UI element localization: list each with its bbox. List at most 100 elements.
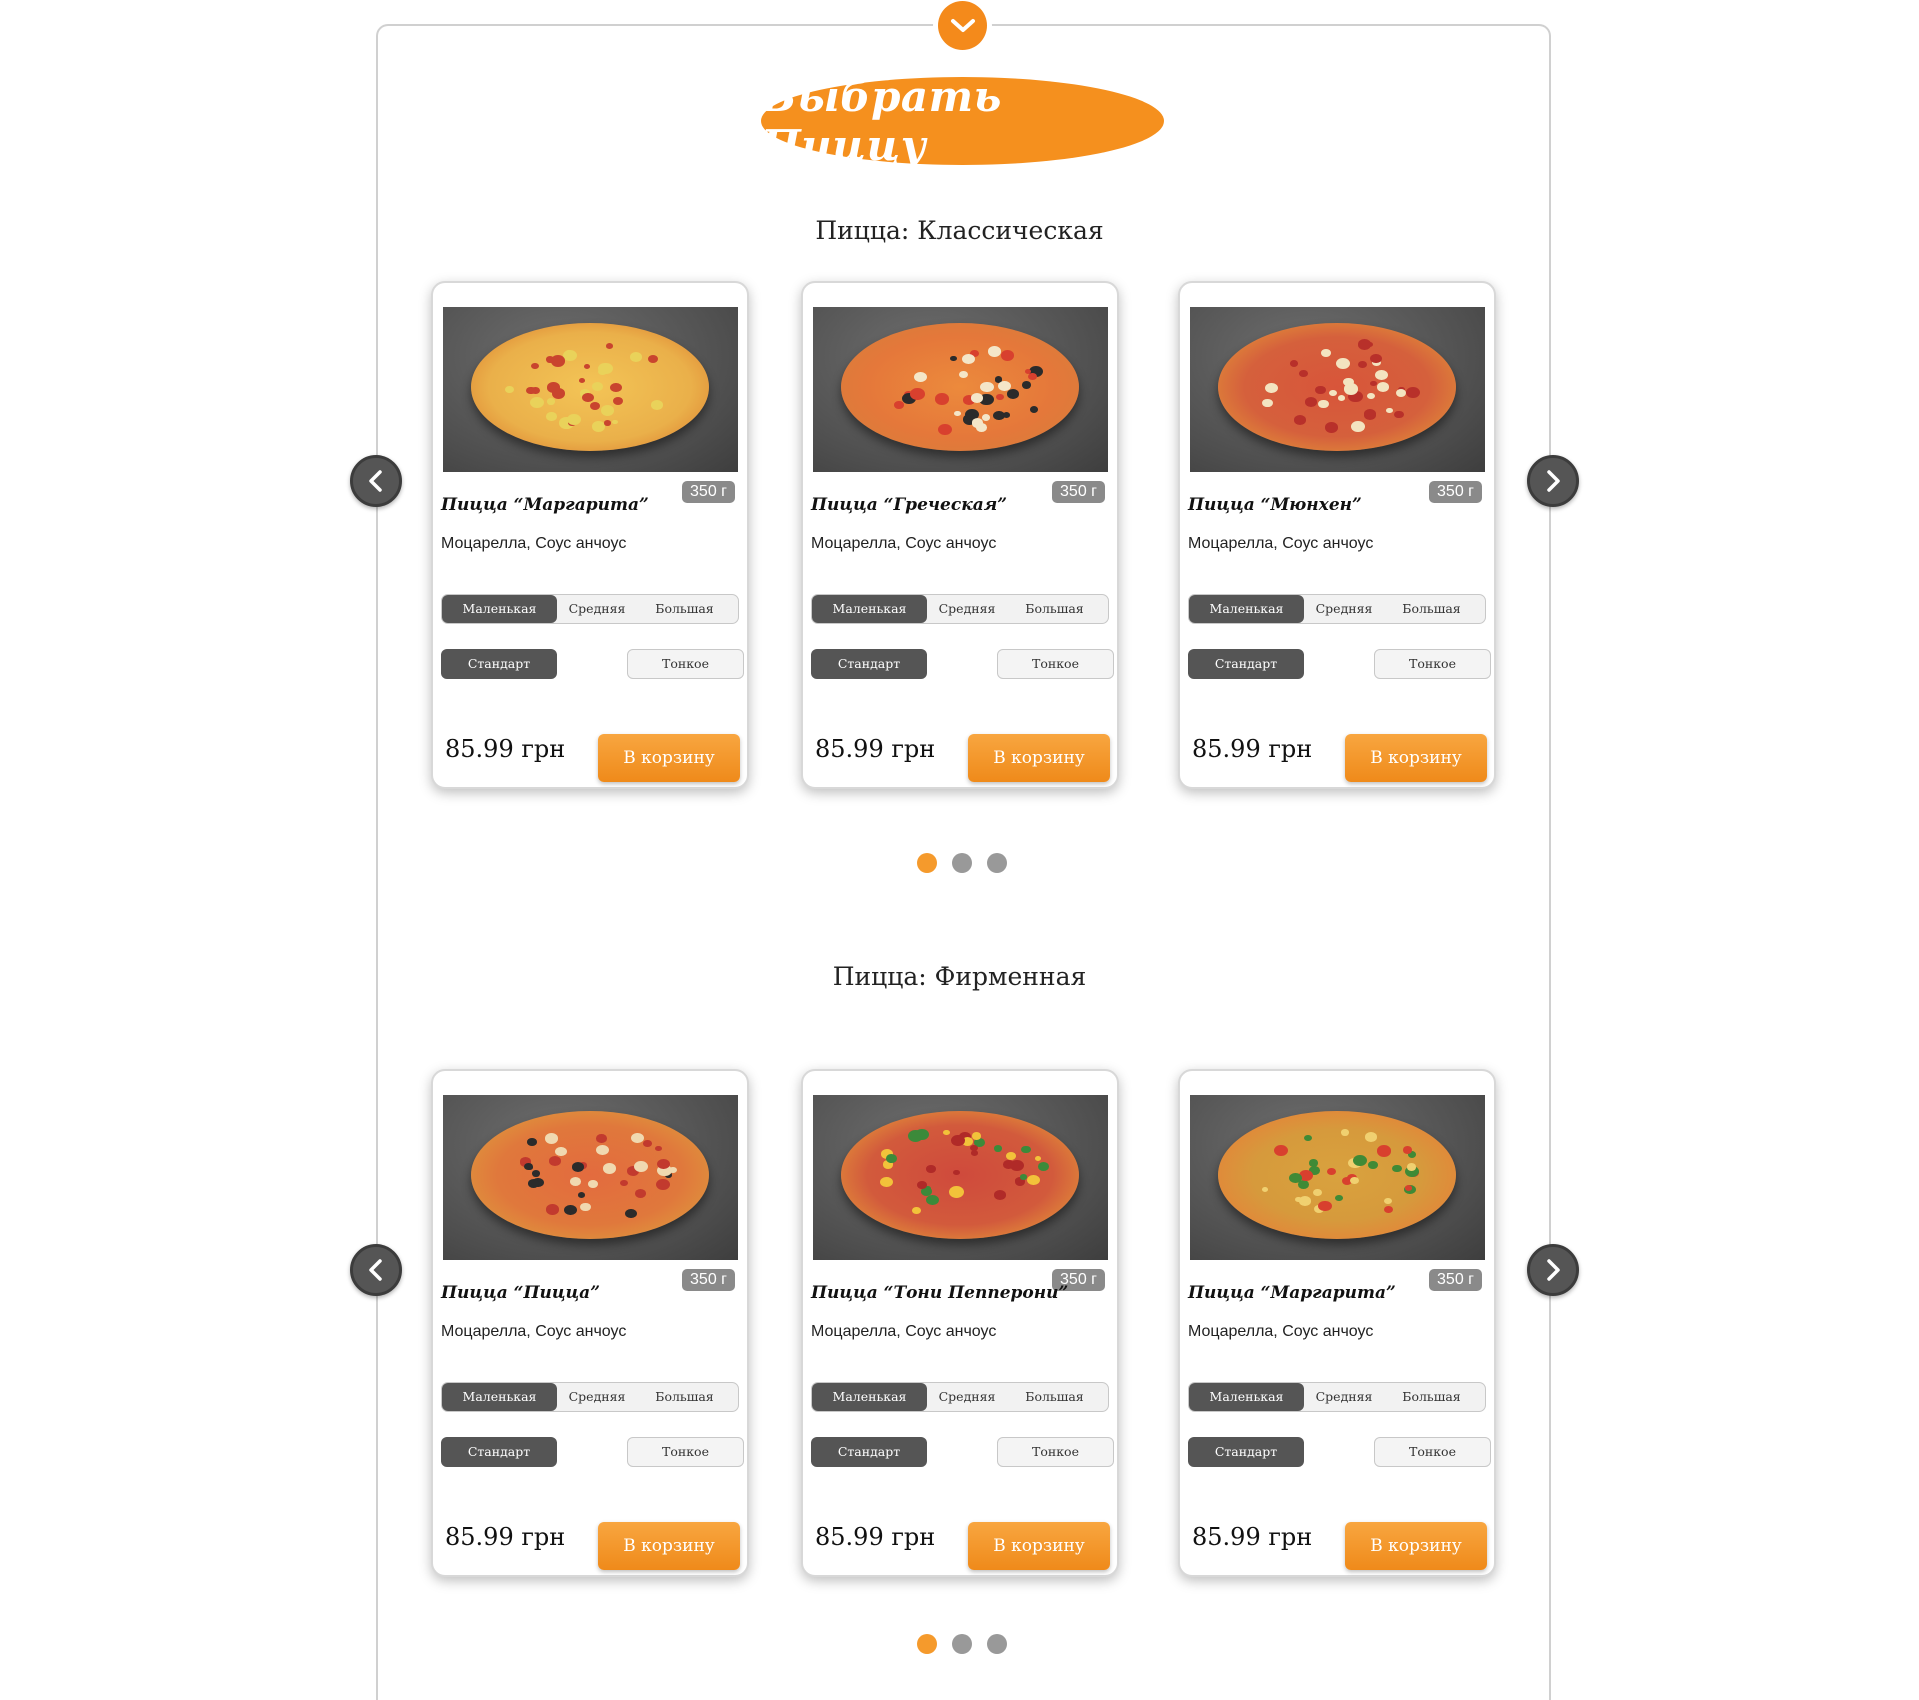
size-option-medium[interactable]: Средняя	[927, 595, 1007, 623]
pagination-dot[interactable]	[987, 1634, 1007, 1654]
pizza-topping	[1406, 1163, 1416, 1171]
crust-option-thin[interactable]: Тонкое	[997, 1437, 1114, 1467]
pizza-topping	[634, 1188, 647, 1199]
pizza-topping	[949, 1186, 965, 1199]
pizza-topping	[1264, 382, 1279, 394]
size-selector: Маленькая Средняя Большая	[811, 594, 1109, 624]
size-option-large[interactable]: Большая	[637, 1383, 732, 1411]
add-to-cart-button[interactable]: В корзину	[1345, 1522, 1487, 1570]
pizza-topping	[610, 382, 622, 392]
pizza-topping	[980, 381, 994, 393]
section-title-signature: Пицца: Фирменная	[832, 962, 1087, 991]
size-option-small[interactable]: Маленькая	[812, 595, 927, 623]
size-option-medium[interactable]: Средняя	[1304, 1383, 1384, 1411]
crust-option-thin[interactable]: Тонкое	[1374, 649, 1491, 679]
size-option-large[interactable]: Большая	[637, 595, 732, 623]
crust-option-standard[interactable]: Стандарт	[441, 1437, 557, 1467]
pizza-topping	[950, 355, 958, 362]
pizza-topping	[1026, 1175, 1040, 1186]
pizza-topping	[1035, 1156, 1042, 1162]
pizza-topping	[1357, 360, 1367, 368]
size-option-large[interactable]: Большая	[1007, 1383, 1102, 1411]
size-option-large[interactable]: Большая	[1384, 1383, 1479, 1411]
add-to-cart-button[interactable]: В корзину	[968, 734, 1110, 782]
pagination-dot[interactable]	[952, 1634, 972, 1654]
size-option-medium[interactable]: Средняя	[927, 1383, 1007, 1411]
pizza-topping	[1375, 370, 1388, 381]
crust-option-standard[interactable]: Стандарт	[1188, 1437, 1304, 1467]
price: 85.99 грн	[445, 735, 566, 763]
pizza-card: 350 г Пицца “Тони Пепперони” Моцарелла, …	[801, 1069, 1119, 1577]
size-option-medium[interactable]: Средняя	[557, 595, 637, 623]
size-option-small[interactable]: Маленькая	[1189, 1383, 1304, 1411]
crust-option-standard[interactable]: Стандарт	[811, 1437, 927, 1467]
size-option-medium[interactable]: Средняя	[557, 1383, 637, 1411]
pizza-topping	[926, 1165, 936, 1173]
pizza-topping	[532, 1170, 541, 1177]
pizza-topping	[555, 1146, 567, 1156]
pizza-topping	[1274, 1144, 1289, 1157]
size-option-medium[interactable]: Средняя	[1304, 595, 1384, 623]
crust-option-thin[interactable]: Тонкое	[1374, 1437, 1491, 1467]
add-to-cart-button[interactable]: В корзину	[968, 1522, 1110, 1570]
crust-option-thin[interactable]: Тонкое	[627, 649, 744, 679]
pizza-topping	[588, 1179, 599, 1188]
pizza-name: Пицца “Тони Пепперони”	[811, 1283, 1069, 1303]
pizza-topping	[552, 388, 566, 399]
slider-prev-button[interactable]	[350, 1244, 402, 1296]
slider-next-button[interactable]	[1527, 1244, 1579, 1296]
crust-option-standard[interactable]: Стандарт	[1188, 649, 1304, 679]
add-to-cart-button[interactable]: В корзину	[1345, 734, 1487, 782]
pizza-topping	[1386, 407, 1394, 414]
pizza-topping	[527, 1178, 540, 1188]
pizza-topping	[551, 355, 566, 367]
size-option-small[interactable]: Маленькая	[1189, 595, 1304, 623]
size-selector: Маленькая Средняя Большая	[441, 1382, 739, 1412]
size-option-large[interactable]: Большая	[1007, 595, 1102, 623]
pizza-name: Пицца “Пицца”	[441, 1283, 600, 1303]
page-title-badge: Выбрать Пиццу	[761, 72, 1164, 170]
page-title: Выбрать Пиццу	[761, 72, 1002, 170]
pizza-topping	[886, 1154, 898, 1163]
pizza-photo	[813, 1095, 1108, 1260]
price: 85.99 грн	[815, 1523, 936, 1551]
add-to-cart-button[interactable]: В корзину	[598, 734, 740, 782]
pizza-topping	[570, 1177, 582, 1187]
crust-option-standard[interactable]: Стандарт	[811, 649, 927, 679]
pagination-dot[interactable]	[917, 853, 937, 873]
pizza-topping	[994, 1190, 1006, 1200]
pizza-topping	[602, 1163, 617, 1175]
pagination-dot[interactable]	[987, 853, 1007, 873]
pizza-topping	[1396, 388, 1407, 397]
slider-next-button[interactable]	[1527, 455, 1579, 507]
price: 85.99 грн	[815, 735, 936, 763]
crust-option-thin[interactable]: Тонкое	[997, 649, 1114, 679]
pizza-topping	[1327, 1167, 1337, 1175]
size-option-small[interactable]: Маленькая	[442, 595, 557, 623]
pizza-topping	[1003, 1160, 1014, 1169]
crust-option-standard[interactable]: Стандарт	[441, 649, 557, 679]
pizza-topping	[1392, 1164, 1402, 1173]
pizza-topping	[546, 1204, 559, 1215]
price: 85.99 грн	[1192, 1523, 1313, 1551]
size-selector: Маленькая Средняя Большая	[1188, 594, 1486, 624]
size-option-small[interactable]: Маленькая	[812, 1383, 927, 1411]
pizza-topping	[988, 346, 1002, 357]
crust-option-thin[interactable]: Тонкое	[627, 1437, 744, 1467]
chevron-left-icon	[369, 470, 382, 492]
pizza-topping	[1304, 396, 1318, 407]
ingredients: Моцарелла, Соус анчоус	[1188, 535, 1374, 552]
pagination-dot[interactable]	[917, 1634, 937, 1654]
pagination-dot[interactable]	[952, 853, 972, 873]
pizza-topping	[1394, 410, 1404, 419]
size-option-large[interactable]: Большая	[1384, 595, 1479, 623]
pizza-topping	[578, 377, 586, 383]
pizza-topping	[1021, 381, 1031, 389]
pizza-topping	[1335, 357, 1351, 370]
collapse-toggle[interactable]	[938, 1, 987, 50]
slider-prev-button[interactable]	[350, 455, 402, 507]
size-option-small[interactable]: Маленькая	[442, 1383, 557, 1411]
add-to-cart-button[interactable]: В корзину	[598, 1522, 740, 1570]
pizza-topping	[1303, 1134, 1313, 1142]
pizza-topping	[996, 394, 1004, 401]
